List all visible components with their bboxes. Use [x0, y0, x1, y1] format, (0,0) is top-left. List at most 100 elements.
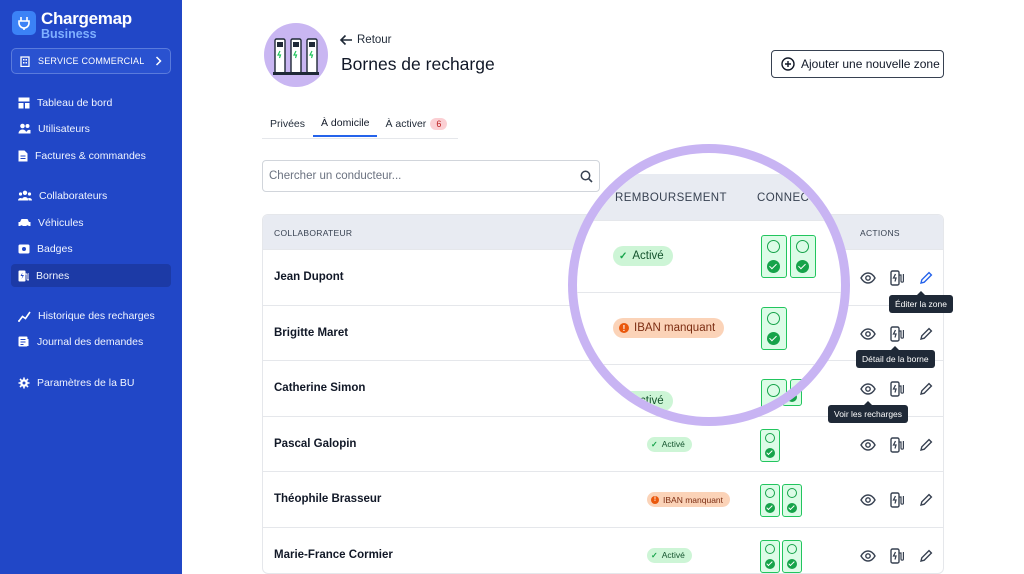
sidebar-item-settings[interactable]: Paramètres de la BU — [11, 371, 171, 394]
back-link[interactable]: Retour — [339, 34, 392, 46]
check-icon: ✓ — [651, 550, 658, 560]
tooltip-detail: Détail de la borne — [856, 346, 935, 368]
tab-home[interactable]: À domicile — [313, 111, 378, 137]
back-label: Retour — [357, 34, 392, 46]
tab-private[interactable]: Privées — [262, 111, 313, 137]
sidebar-item-label: Paramètres de la BU — [37, 376, 135, 389]
service-selector[interactable]: SERVICE COMMERCIAL — [11, 48, 171, 74]
invoice-icon — [18, 150, 28, 161]
brand-name: Chargemap — [41, 9, 132, 28]
status-label: Activé — [661, 550, 685, 560]
eye-icon[interactable] — [859, 269, 877, 287]
eye-icon[interactable] — [859, 325, 877, 343]
count-badge: 6 — [430, 118, 448, 130]
status-badge: ! IBAN manquant — [613, 318, 725, 338]
edit-pencil-icon[interactable] — [917, 325, 935, 343]
search-input[interactable] — [269, 170, 580, 182]
sidebar-item-history[interactable]: Historique des recharges — [11, 304, 171, 327]
eye-icon[interactable] — [859, 436, 877, 454]
team-icon — [18, 190, 32, 201]
connector-ok-icon — [782, 484, 802, 517]
plus-circle-icon — [781, 57, 795, 71]
table-row: Marie-France Cormier ✓ Activé — [263, 526, 943, 574]
status-badge: ✓Activé — [647, 547, 692, 563]
connectors — [760, 428, 782, 462]
collaborator-name: Théophile Brasseur — [274, 493, 382, 505]
connector-ok-icon — [761, 235, 787, 278]
collaborator-name: Catherine Simon — [274, 382, 366, 394]
service-label: SERVICE COMMERCIAL — [38, 56, 145, 66]
charger-detail-icon[interactable] — [888, 491, 906, 509]
settings-icon — [18, 377, 30, 388]
status-label: Activé — [632, 250, 664, 262]
connectors — [761, 235, 819, 278]
journal-icon — [18, 336, 29, 347]
row-actions — [859, 491, 943, 509]
plug-icon — [12, 11, 36, 35]
brand-logo[interactable]: Chargemap Business — [12, 10, 132, 41]
magnified-row: ✓ Activé — [577, 220, 841, 292]
add-zone-label: Ajouter une nouvelle zone — [801, 57, 940, 71]
alert-icon: ! — [619, 323, 629, 333]
history-icon — [18, 311, 31, 322]
sidebar: Chargemap Business SERVICE COMMERCIAL Ta… — [0, 0, 182, 574]
tabs: Privées À domicile À activer 6 — [262, 111, 458, 139]
chevron-right-icon — [155, 56, 162, 66]
magnified-row: ! IBAN manquant — [577, 292, 841, 364]
row-actions — [859, 380, 943, 398]
sidebar-item-collaborators[interactable]: Collaborateurs — [11, 184, 171, 207]
eye-icon[interactable] — [859, 491, 877, 509]
sidebar-item-badges[interactable]: Badges — [11, 237, 171, 260]
magnified-row: ✓ Activé — [577, 364, 841, 417]
collaborator-name: Brigitte Maret — [274, 326, 349, 339]
charger-detail-icon[interactable] — [888, 436, 906, 454]
col-reimbursement: REMBOURSEMENT — [615, 192, 727, 204]
brand-sub: Business — [41, 27, 97, 41]
col-connectors: CONNECTE — [757, 192, 825, 204]
connector-ok-icon — [760, 484, 780, 517]
sidebar-item-invoices[interactable]: Factures & commandes — [11, 144, 171, 167]
edit-pencil-icon[interactable] — [917, 491, 935, 509]
connector-ok-icon — [760, 539, 780, 573]
sidebar-item-dashboard[interactable]: Tableau de bord — [11, 91, 171, 114]
connectors — [761, 307, 790, 350]
edit-pencil-icon[interactable] — [917, 547, 935, 565]
status-badge: ✓Activé — [613, 391, 673, 411]
check-icon: ✓ — [651, 439, 658, 449]
charger-detail-icon[interactable] — [888, 380, 906, 398]
tab-to-activate[interactable]: À activer 6 — [377, 111, 455, 137]
row-actions — [859, 547, 943, 565]
status-label: IBAN manquant — [634, 322, 716, 334]
users-icon — [18, 123, 31, 134]
chargers-illustration — [264, 23, 328, 87]
connector-ok-icon — [761, 379, 787, 417]
charger-detail-icon[interactable] — [888, 269, 906, 287]
charger-detail-icon[interactable] — [888, 547, 906, 565]
edit-pencil-icon[interactable] — [917, 380, 935, 398]
connector-ok-icon — [790, 235, 816, 278]
col-actions: ACTIONS — [860, 228, 900, 238]
charger-detail-icon[interactable] — [888, 325, 906, 343]
car-icon — [18, 218, 31, 228]
sidebar-item-journal[interactable]: Journal des demandes — [11, 330, 171, 353]
sidebar-item-label: Journal des demandes — [37, 335, 144, 348]
collaborator-name: Marie-France Cormier — [274, 548, 393, 561]
sidebar-item-users[interactable]: Utilisateurs — [11, 117, 171, 140]
edit-pencil-icon[interactable] — [917, 436, 935, 454]
add-zone-button[interactable]: Ajouter une nouvelle zone — [771, 50, 944, 78]
tab-label: À domicile — [321, 117, 370, 129]
connector-ok-icon — [790, 379, 816, 417]
eye-icon[interactable] — [859, 547, 877, 565]
eye-icon[interactable] — [859, 380, 877, 398]
search-bar — [262, 160, 600, 192]
badge-icon — [18, 244, 30, 253]
connectors — [761, 379, 819, 417]
status-label: Activé — [661, 439, 685, 449]
sidebar-item-label: Tableau de bord — [37, 96, 113, 109]
page-title: Bornes de recharge — [341, 54, 495, 74]
edit-pencil-icon[interactable] — [917, 269, 935, 287]
sidebar-item-vehicles[interactable]: Véhicules — [11, 211, 171, 234]
alert-icon: ! — [651, 495, 659, 504]
sidebar-item-chargers[interactable]: Bornes — [11, 264, 171, 287]
connector-ok-icon — [761, 307, 787, 350]
